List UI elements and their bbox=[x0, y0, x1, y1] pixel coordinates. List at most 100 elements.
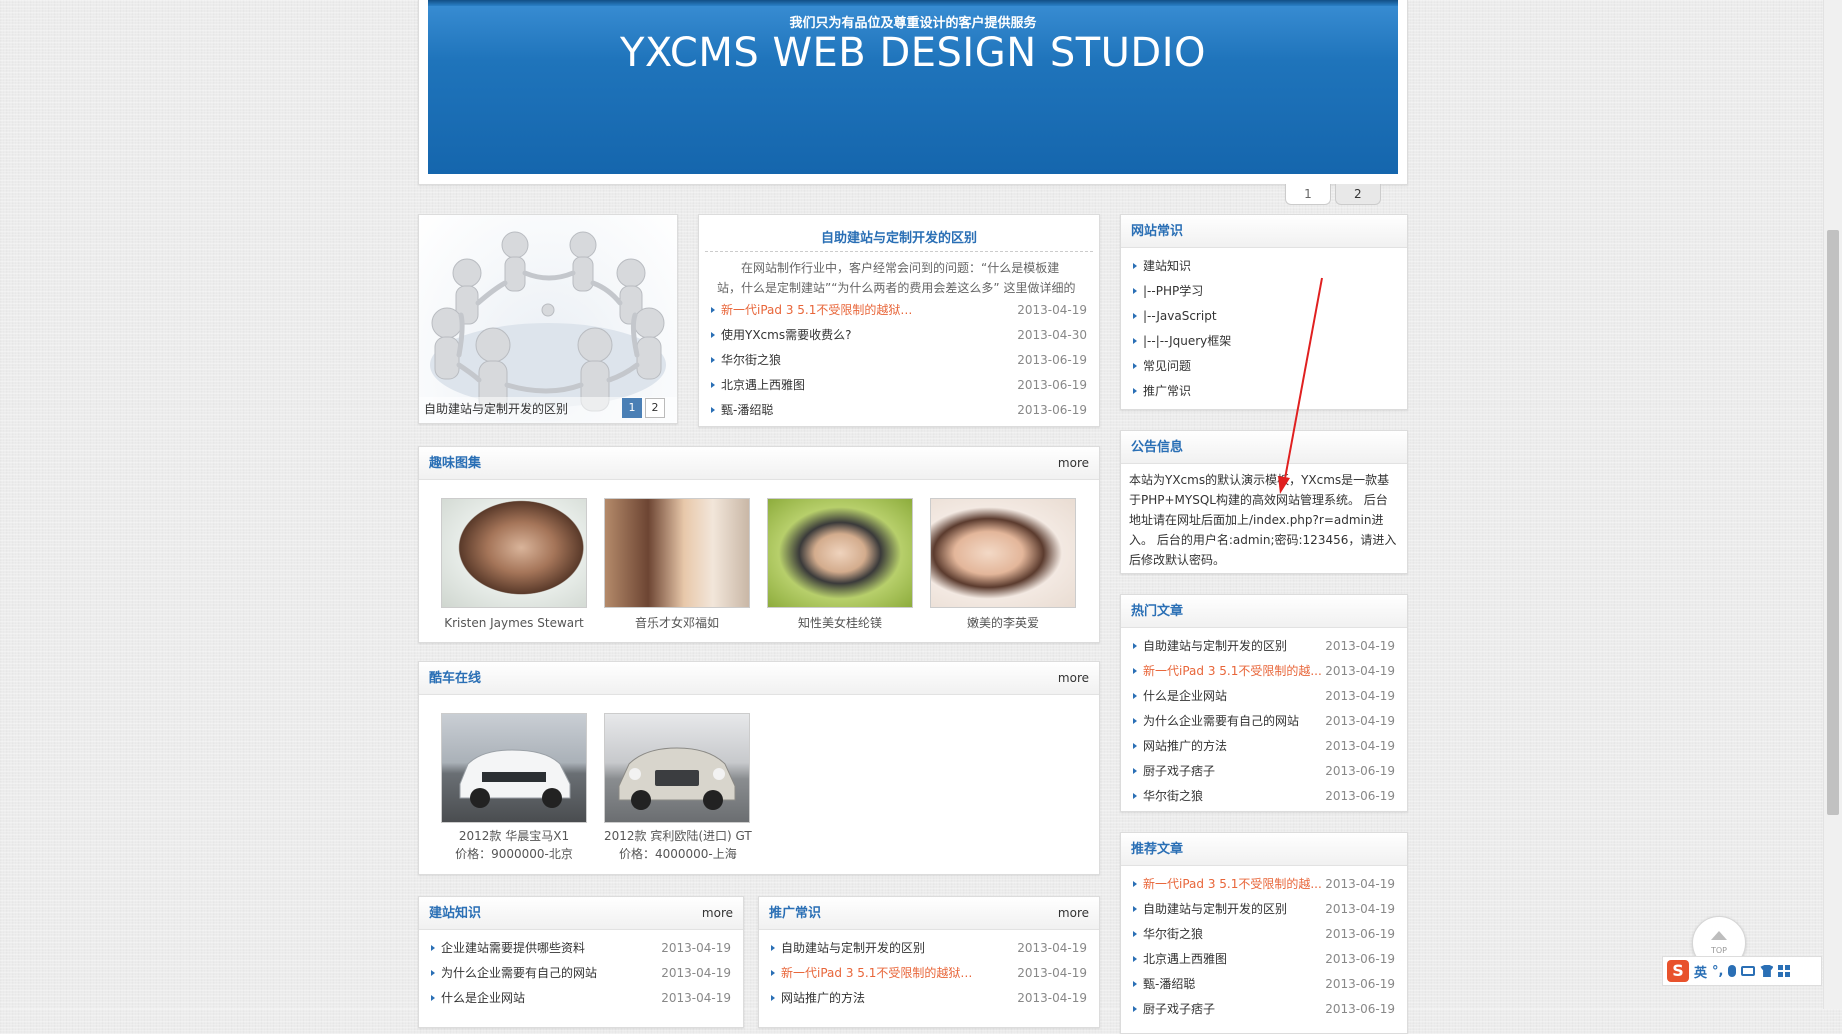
list-item[interactable]: 厨子戏子痞子 2013-06-19 bbox=[1133, 997, 1395, 1022]
list-item-title[interactable]: 厨子戏子痞子 bbox=[1143, 997, 1215, 1022]
car-item[interactable]: 2012款 华晨宝马X1 价格：9000000-北京 bbox=[441, 713, 587, 863]
sogou-logo-icon[interactable]: S bbox=[1667, 960, 1689, 982]
list-item[interactable]: 华尔街之狼 2013-06-19 bbox=[1133, 784, 1395, 809]
promo-more-link[interactable]: more bbox=[1058, 897, 1089, 929]
list-item[interactable]: 什么是企业网站 2013-04-19 bbox=[1133, 684, 1395, 709]
microphone-icon[interactable] bbox=[1728, 965, 1737, 977]
banner-title: YXCMS WEB DESIGN STUDIO bbox=[619, 30, 1207, 76]
list-item-title[interactable]: 华尔街之狼 bbox=[1143, 784, 1203, 809]
list-item-title[interactable]: 使用YXcms需要收费么? bbox=[721, 323, 851, 348]
list-item-title[interactable]: 推广常识 bbox=[1143, 379, 1191, 404]
list-item-title[interactable]: 新一代iPad 3 5.1不受限制的越狱演示 bbox=[721, 298, 921, 323]
list-item[interactable]: |--JavaScript bbox=[1133, 304, 1395, 329]
list-item[interactable]: 甄-潘绍聪 2013-06-19 bbox=[711, 398, 1087, 423]
list-item[interactable]: 为什么企业需要有自己的网站 2013-04-19 bbox=[431, 961, 731, 986]
gallery-item[interactable]: 音乐才女邓福如 bbox=[604, 498, 750, 632]
promo-title[interactable]: 推广常识 bbox=[769, 906, 821, 921]
skin-shirt-icon[interactable] bbox=[1760, 965, 1774, 977]
list-item-title[interactable]: 常见问题 bbox=[1143, 354, 1191, 379]
list-item-title[interactable]: 什么是企业网站 bbox=[1143, 684, 1227, 709]
list-item-title[interactable]: 华尔街之狼 bbox=[721, 348, 781, 373]
gallery-item[interactable]: 知性美女桂纶镁 bbox=[767, 498, 913, 632]
list-item[interactable]: 网站推广的方法 2013-04-19 bbox=[771, 986, 1087, 1011]
list-item-title[interactable]: 自助建站与定制开发的区别 bbox=[1143, 634, 1287, 659]
list-item[interactable]: 自助建站与定制开发的区别 2013-04-19 bbox=[1133, 634, 1395, 659]
categories-title[interactable]: 网站常识 bbox=[1131, 224, 1183, 239]
featured-title[interactable]: 自助建站与定制开发的区别 bbox=[699, 227, 1099, 246]
list-item-title[interactable]: 甄-潘绍聪 bbox=[1143, 972, 1195, 997]
list-item-title[interactable]: 什么是企业网站 bbox=[441, 986, 525, 1011]
list-item[interactable]: 新一代iPad 3 5.1不受限制的越... 2013-04-19 bbox=[1133, 872, 1395, 897]
list-item[interactable]: 使用YXcms需要收费么? 2013-04-30 bbox=[711, 323, 1087, 348]
list-item-title[interactable]: 北京遇上西雅图 bbox=[721, 373, 805, 398]
list-item[interactable]: 为什么企业需要有自己的网站 2013-04-19 bbox=[1133, 709, 1395, 734]
slideshow-image[interactable]: 自助建站与定制开发的区别 12 bbox=[419, 215, 677, 423]
list-item[interactable]: 新一代iPad 3 5.1不受限制的越... 2013-04-19 bbox=[1133, 659, 1395, 684]
list-item-title[interactable]: 新一代iPad 3 5.1不受限制的越... bbox=[1143, 659, 1322, 684]
list-item-title[interactable]: 企业建站需要提供哪些资料 bbox=[441, 936, 585, 961]
list-item[interactable]: 甄-潘绍聪 2013-06-19 bbox=[1133, 972, 1395, 997]
list-item-title[interactable]: |--PHP学习 bbox=[1143, 279, 1203, 304]
list-item-title[interactable]: 为什么企业需要有自己的网站 bbox=[1143, 709, 1299, 734]
list-item-title[interactable]: 建站知识 bbox=[1143, 254, 1191, 279]
list-item[interactable]: 推广常识 bbox=[1133, 379, 1395, 404]
knowledge-more-link[interactable]: more bbox=[702, 897, 733, 929]
ime-lang-toggle[interactable]: 英 bbox=[1694, 962, 1707, 981]
list-item-date: 2013-04-19 bbox=[1325, 689, 1395, 703]
slideshow-page-2[interactable]: 2 bbox=[645, 398, 665, 418]
list-item[interactable]: |--|--Jquery框架 bbox=[1133, 329, 1395, 354]
slideshow-caption[interactable]: 自助建站与定制开发的区别 bbox=[424, 400, 568, 417]
gallery-title[interactable]: 趣味图集 bbox=[429, 456, 481, 471]
hot-title[interactable]: 热门文章 bbox=[1131, 604, 1183, 619]
annotation-arrow bbox=[1278, 277, 1323, 494]
list-item[interactable]: 华尔街之狼 2013-06-19 bbox=[1133, 922, 1395, 947]
gallery-item[interactable]: Kristen Jaymes Stewart bbox=[441, 498, 587, 632]
list-item[interactable]: 厨子戏子痞子 2013-06-19 bbox=[1133, 759, 1395, 784]
list-item[interactable]: 新一代iPad 3 5.1不受限制的越狱演示 2013-04-19 bbox=[711, 298, 1087, 323]
list-item-title[interactable]: 为什么企业需要有自己的网站 bbox=[441, 961, 597, 986]
list-item[interactable]: 常见问题 bbox=[1133, 354, 1395, 379]
slideshow-page-1[interactable]: 1 bbox=[622, 398, 642, 418]
banner-image[interactable]: 我们只为有品位及尊重设计的客户提供服务 YXCMS WEB DESIGN STU… bbox=[428, 0, 1398, 174]
featured-summary: 在网站制作行业中，客户经常会问到的问题：“什么是模板建站，什么是定制建站”“为什… bbox=[717, 261, 1076, 295]
list-item[interactable]: 网站推广的方法 2013-04-19 bbox=[1133, 734, 1395, 759]
list-item[interactable]: |--PHP学习 bbox=[1133, 279, 1395, 304]
gallery-item[interactable]: 嫩美的李英爱 bbox=[930, 498, 1076, 632]
list-item[interactable]: 北京遇上西雅图 2013-06-19 bbox=[711, 373, 1087, 398]
list-item-title[interactable]: 北京遇上西雅图 bbox=[1143, 947, 1227, 972]
list-item-title[interactable]: 华尔街之狼 bbox=[1143, 922, 1203, 947]
list-item-title[interactable]: 网站推广的方法 bbox=[781, 986, 865, 1011]
list-item[interactable]: 自助建站与定制开发的区别 2013-04-19 bbox=[1133, 897, 1395, 922]
list-item[interactable]: 新一代iPad 3 5.1不受限制的越狱演示 2013-04-19 bbox=[771, 961, 1087, 986]
grid-menu-icon[interactable] bbox=[1778, 965, 1791, 977]
list-item-title[interactable]: 新一代iPad 3 5.1不受限制的越... bbox=[1143, 872, 1322, 897]
scrollbar-thumb[interactable] bbox=[1827, 230, 1839, 815]
banner-page-1[interactable]: 1 bbox=[1285, 184, 1331, 205]
list-item[interactable]: 北京遇上西雅图 2013-06-19 bbox=[1133, 947, 1395, 972]
notice-title[interactable]: 公告信息 bbox=[1131, 440, 1183, 455]
list-item-title[interactable]: 厨子戏子痞子 bbox=[1143, 759, 1215, 784]
punctuation-icon[interactable]: °, bbox=[1712, 964, 1723, 979]
list-item-title[interactable]: 网站推广的方法 bbox=[1143, 734, 1227, 759]
gallery-more-link[interactable]: more bbox=[1058, 447, 1089, 479]
cars-more-link[interactable]: more bbox=[1058, 662, 1089, 694]
scrollbar-track[interactable] bbox=[1823, 0, 1842, 1009]
list-item[interactable]: 建站知识 bbox=[1133, 254, 1395, 279]
list-item-title[interactable]: |--JavaScript bbox=[1143, 304, 1217, 329]
recommended-title[interactable]: 推荐文章 bbox=[1131, 842, 1183, 857]
sidebar-hot: 热门文章 自助建站与定制开发的区别 2013-04-19 新一代iPad 3 5.1… bbox=[1120, 594, 1408, 812]
list-item-title[interactable]: 新一代iPad 3 5.1不受限制的越狱演示 bbox=[781, 961, 981, 986]
car-item[interactable]: 2012款 宾利欧陆(进口) GT 价格：4000000-上海 bbox=[604, 713, 752, 863]
list-item-title[interactable]: |--|--Jquery框架 bbox=[1143, 329, 1231, 354]
list-item[interactable]: 自助建站与定制开发的区别 2013-04-19 bbox=[771, 936, 1087, 961]
list-item[interactable]: 什么是企业网站 2013-04-19 bbox=[431, 986, 731, 1011]
cars-title[interactable]: 酷车在线 bbox=[429, 671, 481, 686]
list-item[interactable]: 华尔街之狼 2013-06-19 bbox=[711, 348, 1087, 373]
knowledge-title[interactable]: 建站知识 bbox=[429, 906, 481, 921]
list-item-title[interactable]: 自助建站与定制开发的区别 bbox=[781, 936, 925, 961]
list-item-title[interactable]: 自助建站与定制开发的区别 bbox=[1143, 897, 1287, 922]
keyboard-icon[interactable] bbox=[1741, 966, 1756, 976]
list-item-title[interactable]: 甄-潘绍聪 bbox=[721, 398, 773, 423]
banner-page-2[interactable]: 2 bbox=[1334, 184, 1381, 205]
list-item[interactable]: 企业建站需要提供哪些资料 2013-04-19 bbox=[431, 936, 731, 961]
